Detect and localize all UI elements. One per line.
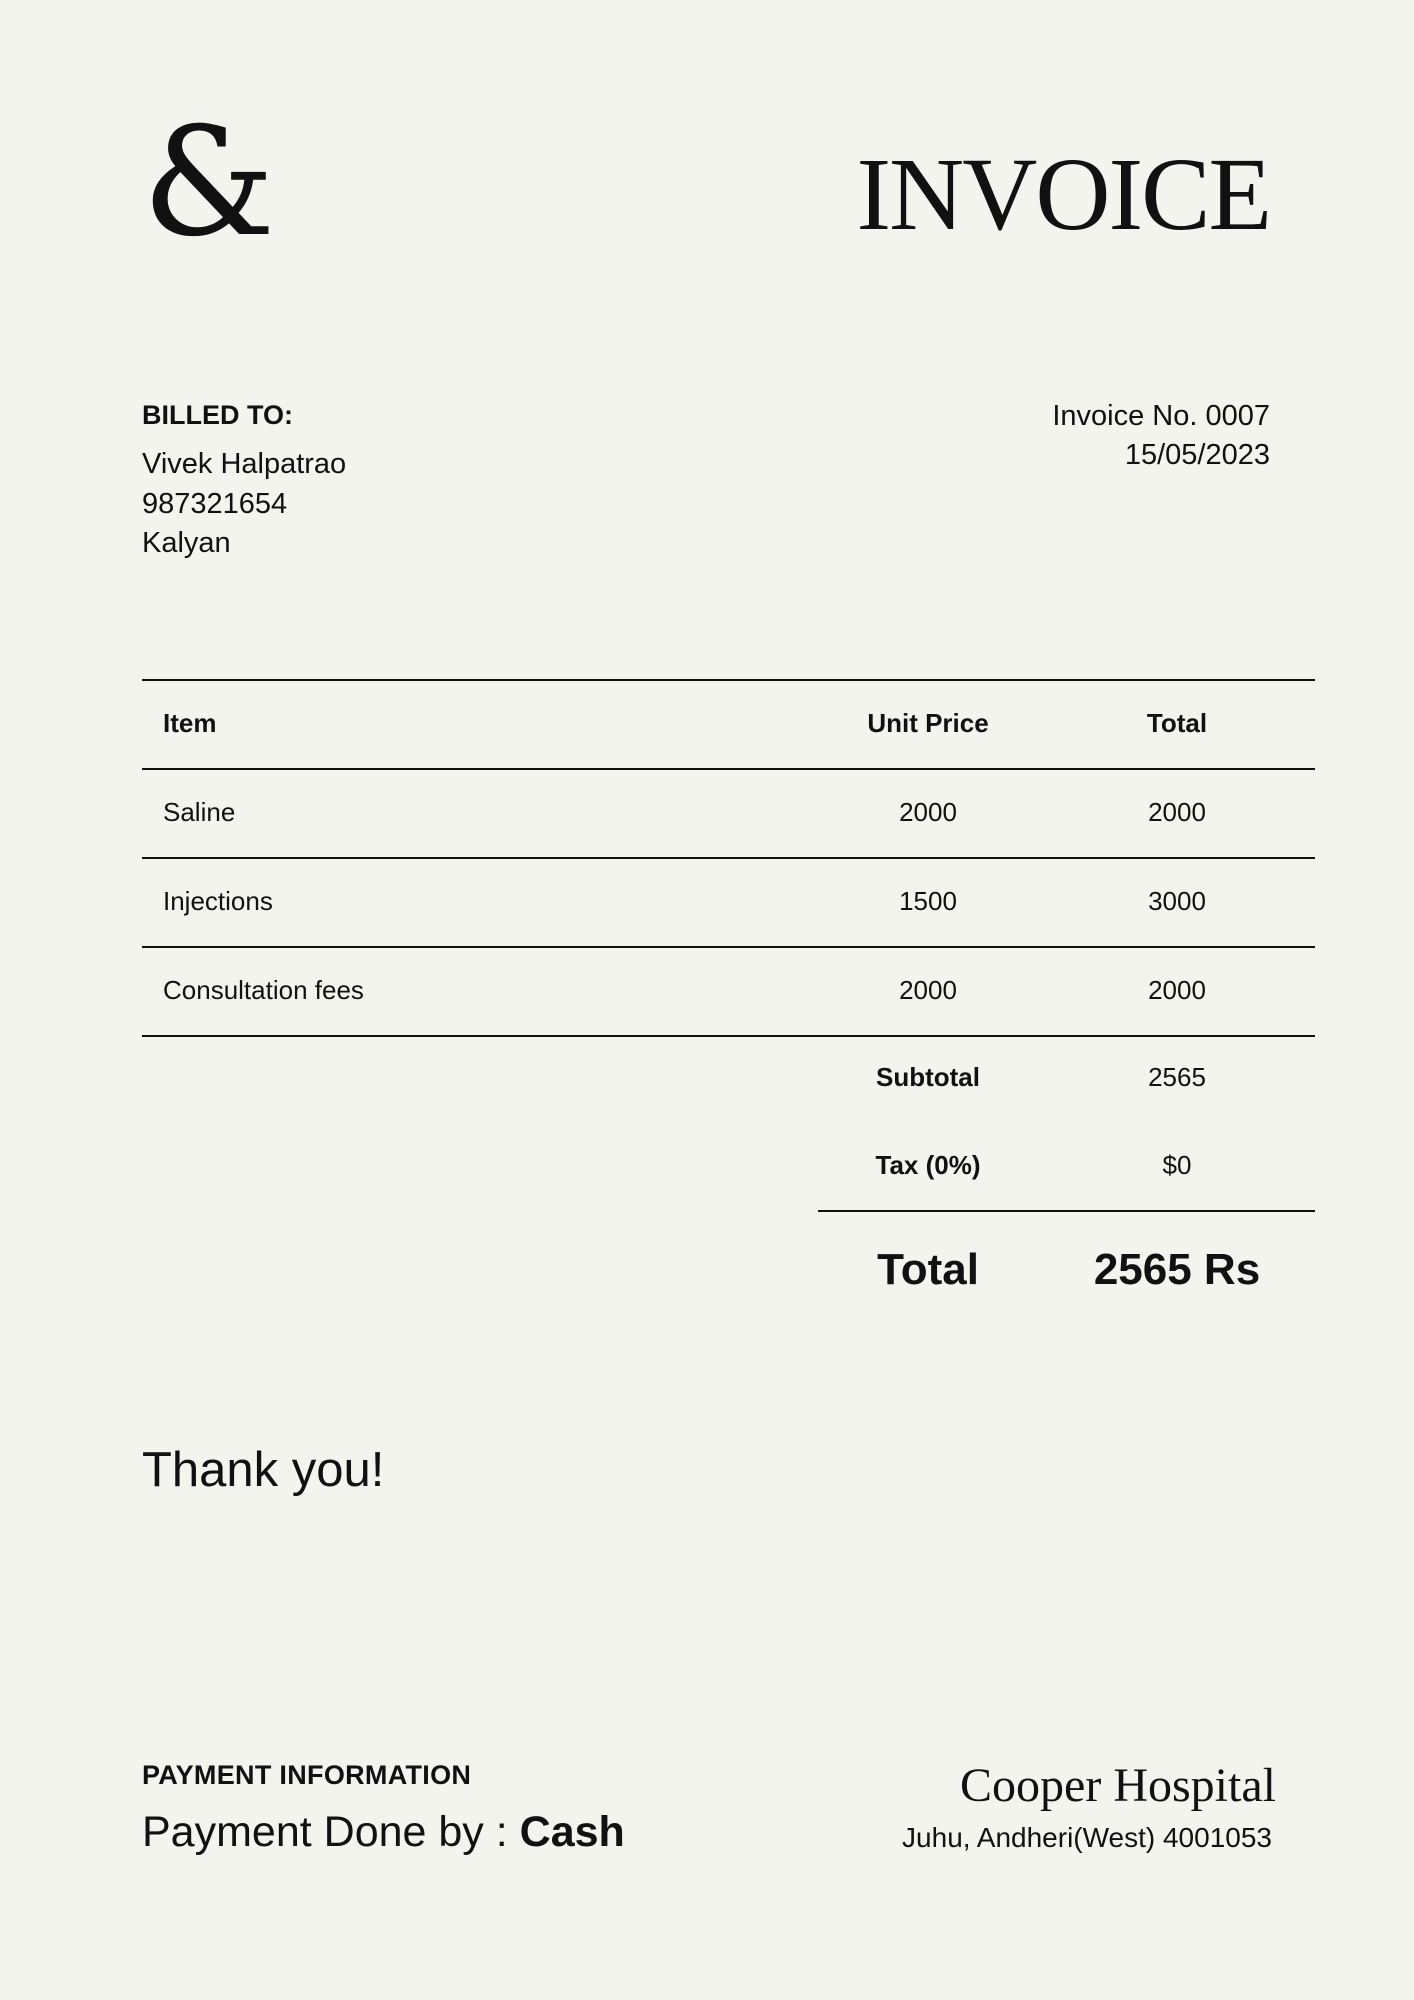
invoice-date: 15/05/2023 xyxy=(1124,439,1270,471)
payment-method-line: Payment Done by : Cash xyxy=(142,1806,625,1858)
total-divider xyxy=(818,1210,1315,1212)
table-top-divider xyxy=(142,679,1315,681)
tax-label: Tax (0%) xyxy=(875,1150,981,1180)
column-header-unit-price: Unit Price xyxy=(867,708,989,738)
hospital-address: Juhu, Andheri(West) 4001053 xyxy=(902,1822,1272,1853)
column-header-item: Item xyxy=(163,708,217,738)
payment-method-prefix: Payment Done by : xyxy=(142,1808,520,1856)
invoice-title: INVOICE xyxy=(856,137,1272,252)
column-header-total: Total xyxy=(1146,708,1208,738)
customer-city: Kalyan xyxy=(142,527,231,559)
grand-total-value: 2565 Rs xyxy=(1093,1245,1261,1294)
customer-phone: 987321654 xyxy=(142,488,288,520)
payment-info-heading: PAYMENT INFORMATION xyxy=(142,1760,472,1790)
billed-to-heading: BILLED TO: xyxy=(142,400,293,430)
subtotal-label: Subtotal xyxy=(876,1062,980,1092)
invoice-number: Invoice No. 0007 xyxy=(1052,400,1270,432)
ampersand-logo-icon: & xyxy=(142,96,276,270)
row-unit-price: 2000 xyxy=(899,975,957,1005)
table-divider xyxy=(142,857,1315,859)
grand-total-label: Total xyxy=(877,1245,979,1294)
table-divider xyxy=(142,768,1315,770)
row-item: Consultation fees xyxy=(163,975,364,1005)
row-unit-price: 1500 xyxy=(899,886,957,916)
row-unit-price: 2000 xyxy=(899,797,957,827)
thank-you-message: Thank you! xyxy=(142,1443,385,1497)
row-total: 3000 xyxy=(1148,886,1206,916)
customer-name: Vivek Halpatrao xyxy=(142,448,347,480)
hospital-name: Cooper Hospital xyxy=(960,1759,1276,1812)
row-item: Injections xyxy=(163,886,273,916)
table-divider xyxy=(142,946,1315,948)
row-item: Saline xyxy=(163,797,236,827)
tax-value: $0 xyxy=(1162,1150,1192,1180)
payment-method-value: Cash xyxy=(519,1808,625,1856)
table-bottom-divider xyxy=(142,1035,1315,1037)
subtotal-value: 2565 xyxy=(1148,1062,1206,1092)
row-total: 2000 xyxy=(1148,797,1206,827)
row-total: 2000 xyxy=(1148,975,1206,1005)
